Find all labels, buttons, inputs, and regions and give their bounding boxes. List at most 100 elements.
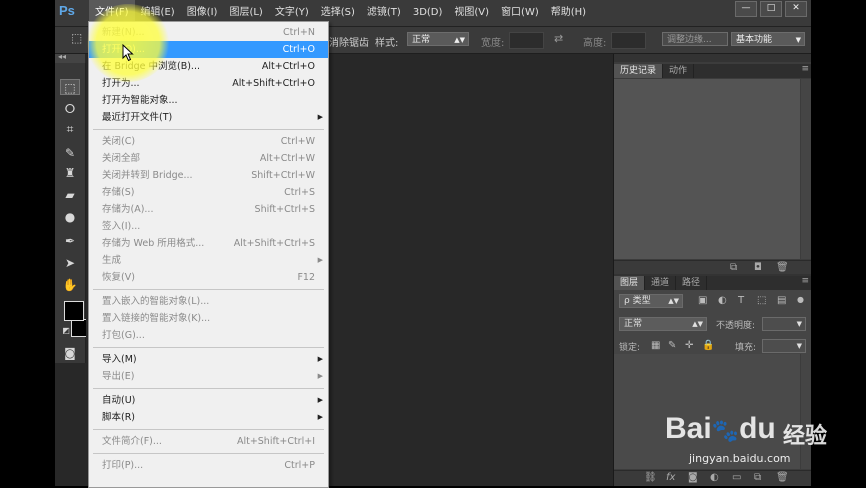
menu-item-shortcut: Shift+Ctrl+S (254, 204, 315, 215)
file-menu-item[interactable]: 导出(E) ▶ (89, 368, 328, 385)
new-layer-icon[interactable]: ⧉ (754, 472, 761, 483)
menu-item[interactable]: 滤镜(T) (361, 0, 407, 26)
menu-item[interactable]: 窗口(W) (495, 0, 545, 26)
fill-input[interactable]: ▼ (762, 339, 806, 353)
file-menu-item[interactable]: 最近打开文件(T) ▶ (89, 109, 328, 126)
file-menu-item[interactable]: 生成 ▶ (89, 252, 328, 269)
new-snapshot-icon[interactable]: ⧉ (730, 262, 737, 273)
default-colors-icon[interactable]: ◩ (61, 323, 71, 339)
file-menu-item[interactable]: 导入(M) ▶ (89, 351, 328, 368)
new-group-icon[interactable]: ▭ (732, 472, 741, 483)
adjustment-layer-icon[interactable]: ◐ (710, 472, 719, 483)
file-menu-item[interactable]: 打开为... Alt+Shift+Ctrl+O (89, 75, 328, 92)
trash-icon[interactable]: 🗑 (776, 262, 789, 273)
lock-transparent-icon[interactable]: ▦ (651, 340, 660, 351)
history-scrollbar[interactable] (801, 79, 811, 259)
menu-item-shortcut: Ctrl+O (282, 44, 315, 55)
camera-icon[interactable]: ◘ (754, 262, 762, 273)
file-menu-item[interactable]: 存储(S) Ctrl+S (89, 184, 328, 201)
file-menu-item[interactable]: 存储为(A)... Shift+Ctrl+S (89, 201, 328, 218)
panel-menu-icon[interactable]: ≡ (801, 276, 809, 286)
menu-item-label: 打印(P)... (102, 460, 144, 471)
panel-tab[interactable]: 历史记录 (614, 64, 664, 78)
blend-mode-select[interactable]: 正常 ▲▼ (619, 317, 707, 331)
hand-tool-icon[interactable]: ✋ (60, 277, 80, 293)
watermark-url: jingyan.baidu.com (689, 452, 791, 465)
swap-icon[interactable]: ⇄ (554, 32, 563, 45)
panel-tab[interactable]: 动作 (663, 64, 695, 78)
adjustment-filter-icon[interactable]: ◐ (718, 295, 727, 306)
file-menu-item[interactable]: 新建(N)... Ctrl+N (89, 24, 328, 41)
file-menu-item[interactable]: 签入(I)... (89, 218, 328, 235)
panel-tab[interactable]: 图层 (614, 276, 646, 290)
type-filter-icon[interactable]: T (738, 295, 744, 306)
file-menu-item[interactable]: 恢复(V) F12 (89, 269, 328, 286)
lock-image-icon[interactable]: ✎ (668, 340, 676, 351)
panel-tab[interactable]: 路径 (676, 276, 708, 290)
layer-filter-select[interactable]: ρ 类型 ▲▼ (619, 294, 683, 308)
file-menu-item[interactable]: 关闭并转到 Bridge... Shift+Ctrl+W (89, 167, 328, 184)
menu-item[interactable]: 3D(D) (407, 0, 449, 26)
file-menu-item[interactable]: 关闭全部 Alt+Ctrl+W (89, 150, 328, 167)
filter-toggle-icon[interactable]: ● (797, 295, 804, 304)
lasso-tool-icon[interactable]: ⵔ (60, 101, 80, 117)
collapse-icon[interactable]: ◂◂ (58, 52, 66, 61)
lock-position-icon[interactable]: ✛ (685, 340, 693, 351)
panel-tab[interactable]: 通道 (645, 276, 677, 290)
file-menu-item[interactable]: 打包(G)... (89, 327, 328, 344)
menu-item-shortcut: Ctrl+W (280, 136, 315, 147)
crop-tool-icon[interactable]: ⌗ (60, 121, 80, 137)
menu-item-label: 关闭全部 (102, 153, 141, 164)
fx-icon[interactable]: fx (666, 472, 675, 483)
menu-item[interactable]: 帮助(H) (545, 0, 592, 26)
image-filter-icon[interactable]: ▣ (698, 295, 707, 306)
menu-item-label: 置入嵌入的智能对象(L)... (102, 296, 210, 307)
add-mask-icon[interactable]: ◙ (688, 472, 698, 483)
close-button[interactable]: ✕ (785, 1, 807, 17)
path-selection-tool-icon[interactable]: ➤ (60, 255, 80, 271)
smart-object-filter-icon[interactable]: ▤ (777, 295, 786, 306)
file-menu-item[interactable]: 关闭(C) Ctrl+W (89, 133, 328, 150)
quick-mask-icon[interactable]: ◙ (60, 345, 80, 361)
menu-item[interactable]: 视图(V) (448, 0, 495, 26)
width-input[interactable] (509, 32, 544, 49)
file-menu-item[interactable]: 脚本(R) ▶ (89, 409, 328, 426)
blur-tool-icon[interactable]: ● (60, 209, 80, 225)
menu-item-label: 恢复(V) (102, 272, 135, 283)
file-menu-item[interactable]: 置入嵌入的智能对象(L)... (89, 293, 328, 310)
eraser-tool-icon[interactable]: ▰ (60, 187, 80, 203)
rectangular-marquee-tool-icon[interactable]: ⬚ (60, 79, 80, 95)
menu-item-shortcut: Alt+Shift+Ctrl+S (233, 238, 315, 249)
file-menu-item[interactable]: 自动(U) ▶ (89, 392, 328, 409)
lock-all-icon[interactable]: 🔒 (702, 340, 714, 351)
submenu-arrow-icon: ▶ (317, 355, 323, 363)
trash-icon[interactable]: 🗑 (776, 472, 789, 483)
file-menu-item[interactable]: 存储为 Web 所用格式... Alt+Shift+Ctrl+S (89, 235, 328, 252)
file-menu-dropdown: 新建(N)...Ctrl+N打开(O)...Ctrl+O在 Bridge 中浏览… (88, 21, 329, 488)
submenu-arrow-icon: ▶ (317, 396, 323, 404)
submenu-arrow-icon: ▶ (317, 372, 323, 380)
height-input[interactable] (611, 32, 646, 49)
minimize-button[interactable]: — (735, 1, 757, 17)
file-menu-item[interactable]: 打开为智能对象... (89, 92, 328, 109)
link-layers-icon[interactable]: ⛓ (644, 472, 657, 483)
marquee-options-icon[interactable]: ⬚ (71, 31, 82, 45)
healing-brush-tool-icon[interactable]: ✎ (60, 145, 80, 161)
pen-tool-icon[interactable]: ✒ (60, 233, 80, 249)
menu-item-label: 关闭(C) (102, 136, 136, 147)
watermark-brand: Bai🐾du (665, 412, 776, 446)
opacity-input[interactable]: ▼ (762, 317, 806, 331)
clone-stamp-tool-icon[interactable]: ♜ (60, 165, 80, 181)
file-menu-item[interactable]: 文件简介(F)... Alt+Shift+Ctrl+I (89, 433, 328, 450)
file-menu-item[interactable]: 置入链接的智能对象(K)... (89, 310, 328, 327)
style-select[interactable]: 正常 ▲▼ (407, 32, 469, 46)
shape-filter-icon[interactable]: ⬚ (757, 295, 766, 306)
menu-item-shortcut: Shift+Ctrl+W (251, 170, 315, 181)
refine-edge-button[interactable]: 调整边缘... (662, 32, 728, 46)
restore-button[interactable]: □ (760, 1, 782, 17)
tools-panel: ⬚ ⵔ ⌗ ✎ ♜ ▰ ● ✒ ➤ ✋ ◩ ◙ (55, 63, 89, 363)
file-menu-item[interactable]: 打印(P)... Ctrl+P (89, 457, 328, 474)
foreground-color-swatch[interactable] (64, 301, 84, 321)
workspace-select[interactable]: 基本功能 ▼ (731, 32, 805, 46)
panel-menu-icon[interactable]: ≡ (801, 64, 809, 74)
